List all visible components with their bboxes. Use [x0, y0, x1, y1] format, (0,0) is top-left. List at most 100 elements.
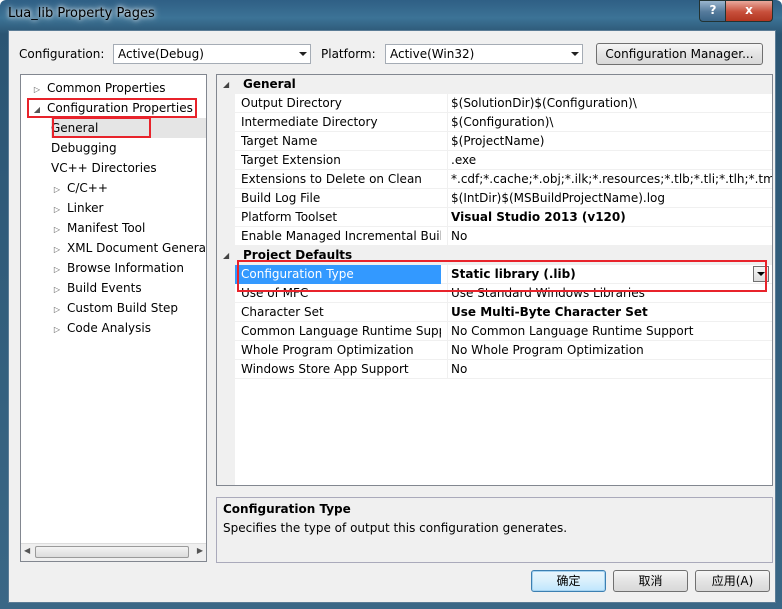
property-value[interactable]: .exe	[447, 151, 772, 170]
property-name: Platform Toolset	[241, 210, 338, 224]
collapse-icon[interactable]: ◢	[223, 75, 229, 94]
tree-item-manifest-tool[interactable]: ▷ Manifest Tool	[51, 218, 145, 238]
expand-arrow-icon[interactable]: ▷	[51, 240, 63, 260]
tree-item-custom-build-step[interactable]: ▷ Custom Build Step	[51, 298, 178, 318]
description-panel: Configuration Type Specifies the type of…	[216, 497, 773, 563]
tree-item-label: Browse Information	[67, 261, 184, 275]
collapse-icon[interactable]: ◢	[223, 246, 229, 265]
tree-item-label: Build Events	[67, 281, 142, 295]
property-row-build-log-file[interactable]: Build Log File $(IntDir)$(MSBuildProjectN…	[235, 189, 772, 208]
tree-item-label: Manifest Tool	[67, 221, 146, 235]
tree-item-code-analysis[interactable]: ▷ Code Analysis	[51, 318, 151, 338]
property-name: Target Extension	[241, 153, 341, 167]
expand-arrow-icon[interactable]: ▷	[51, 220, 63, 240]
expand-arrow-icon[interactable]: ▷	[51, 300, 63, 320]
tree-item-configuration-properties[interactable]: ◢ Configuration Properties	[31, 98, 193, 118]
ok-button[interactable]: 确定	[531, 570, 606, 592]
expand-arrow-icon[interactable]: ▷	[51, 320, 63, 340]
property-row-target-name[interactable]: Target Name $(ProjectName)	[235, 132, 772, 151]
property-value[interactable]: No Whole Program Optimization	[447, 341, 772, 360]
property-value[interactable]: No	[447, 227, 772, 246]
expand-arrow-icon[interactable]: ▷	[51, 180, 63, 200]
property-value[interactable]: $(Configuration)\	[447, 113, 772, 132]
property-row-configuration-type[interactable]: Configuration Type Static library (.lib)	[235, 265, 772, 284]
property-name: Character Set	[241, 305, 324, 319]
property-row-extensions-to-delete-on-clean[interactable]: Extensions to Delete on Clean *.cdf;*.cac…	[235, 170, 772, 189]
property-row-use-of-mfc[interactable]: Use of MFC Use Standard Windows Libraries	[235, 284, 772, 303]
property-row-character-set[interactable]: Character Set Use Multi-Byte Character Se…	[235, 303, 772, 322]
property-value[interactable]: No	[447, 360, 772, 379]
category-project-defaults[interactable]: ◢ Project Defaults	[217, 246, 772, 265]
property-grid[interactable]: ◢ General Output Directory $(SolutionDir)…	[216, 74, 773, 486]
tree-item-xml-document-generat[interactable]: ▷ XML Document Generat	[51, 238, 206, 260]
property-row-windows-store-app-support[interactable]: Windows Store App Support No	[235, 360, 772, 379]
tree-item-common-properties[interactable]: ▷ Common Properties	[31, 78, 166, 98]
expand-arrow-icon[interactable]: ▷	[51, 200, 63, 220]
apply-button[interactable]: 应用(A)	[695, 570, 770, 592]
expand-arrow-icon[interactable]: ▷	[51, 260, 63, 280]
scroll-left-icon[interactable]: ◀	[24, 546, 30, 555]
platform-select[interactable]: Active(Win32)	[385, 44, 583, 64]
chevron-down-icon	[299, 52, 307, 56]
property-row-common-language-runtime-support[interactable]: Common Language Runtime Support No Common…	[235, 322, 772, 341]
property-row-intermediate-directory[interactable]: Intermediate Directory $(Configuration)\	[235, 113, 772, 132]
cancel-button[interactable]: 取消	[613, 570, 688, 592]
tree-item-label: Configuration Properties	[47, 101, 193, 115]
property-name: Output Directory	[241, 96, 342, 110]
property-row-whole-program-optimization[interactable]: Whole Program Optimization No Whole Progr…	[235, 341, 772, 360]
property-row-target-extension[interactable]: Target Extension .exe	[235, 151, 772, 170]
property-value[interactable]: Visual Studio 2013 (v120)	[447, 208, 772, 227]
category-general[interactable]: ◢ General	[217, 75, 772, 94]
dialog-client: Configuration: Active(Debug) Platform: A…	[8, 30, 776, 603]
property-value[interactable]: Use Standard Windows Libraries	[447, 284, 772, 303]
property-name: Configuration Type	[235, 265, 441, 284]
tree-item-debugging[interactable]: Debugging	[51, 138, 117, 158]
property-tree[interactable]: ▷ Common Properties ◢ Configuration Propert…	[20, 74, 207, 562]
property-row-output-directory[interactable]: Output Directory $(SolutionDir)$(Configur…	[235, 94, 772, 113]
tree-item-build-events[interactable]: ▷ Build Events	[51, 278, 142, 298]
tree-item-c-c[interactable]: ▷ C/C++	[51, 178, 108, 198]
dropdown-button[interactable]	[753, 266, 769, 282]
category-label: Project Defaults	[243, 248, 353, 262]
category-label: General	[243, 77, 296, 91]
property-value[interactable]: $(SolutionDir)$(Configuration)\	[447, 94, 772, 113]
property-name: Use of MFC	[241, 286, 309, 300]
tree-item-vc-directories[interactable]: VC++ Directories	[51, 158, 157, 178]
property-row-enable-managed-incremental-build[interactable]: Enable Managed Incremental Build No	[235, 227, 772, 246]
dialog-window: Lua_lib Property Pages ? x Configuration…	[0, 0, 782, 609]
property-value[interactable]: $(ProjectName)	[447, 132, 772, 151]
tree-item-browse-information[interactable]: ▷ Browse Information	[51, 258, 184, 278]
close-button[interactable]: x	[725, 0, 773, 22]
tree-item-linker[interactable]: ▷ Linker	[51, 198, 104, 220]
scroll-right-icon[interactable]: ▶	[197, 546, 203, 555]
description-title: Configuration Type	[223, 502, 351, 516]
scrollbar-thumb[interactable]	[35, 546, 189, 558]
tree-item-general[interactable]: General	[51, 118, 206, 138]
property-row-platform-toolset[interactable]: Platform Toolset Visual Studio 2013 (v120…	[235, 208, 772, 227]
configuration-manager-button[interactable]: Configuration Manager...	[596, 43, 763, 65]
expand-arrow-icon[interactable]: ▷	[51, 280, 63, 300]
property-value[interactable]: Static library (.lib)	[447, 265, 772, 284]
tree-item-label: Custom Build Step	[67, 301, 179, 315]
property-value[interactable]: *.cdf;*.cache;*.obj;*.ilk;*.resources;*.…	[447, 170, 772, 189]
property-name: Extensions to Delete on Clean	[241, 172, 422, 186]
configuration-select[interactable]: Active(Debug)	[113, 44, 311, 64]
help-button[interactable]: ?	[699, 0, 727, 22]
platform-select-value: Active(Win32)	[390, 47, 475, 61]
property-name: Build Log File	[241, 191, 321, 205]
expand-arrow-icon[interactable]: ◢	[31, 100, 43, 120]
chevron-down-icon	[757, 272, 765, 276]
property-value[interactable]: $(IntDir)$(MSBuildProjectName).log	[447, 189, 772, 208]
tree-horizontal-scrollbar[interactable]: ◀ ▶	[21, 543, 206, 561]
tree-item-label: Common Properties	[47, 81, 166, 95]
expand-arrow-icon[interactable]: ▷	[31, 80, 43, 100]
tree-item-label: C/C++	[67, 181, 108, 195]
property-name: Windows Store App Support	[241, 362, 409, 376]
tree-item-label: Debugging	[51, 141, 117, 155]
tree-item-label: Code Analysis	[67, 321, 151, 335]
property-value[interactable]: No Common Language Runtime Support	[447, 322, 772, 341]
property-value[interactable]: Use Multi-Byte Character Set	[447, 303, 772, 322]
configuration-label: Configuration:	[19, 47, 105, 61]
tree-item-label: General	[51, 121, 99, 135]
tree-item-label: VC++ Directories	[51, 161, 157, 175]
